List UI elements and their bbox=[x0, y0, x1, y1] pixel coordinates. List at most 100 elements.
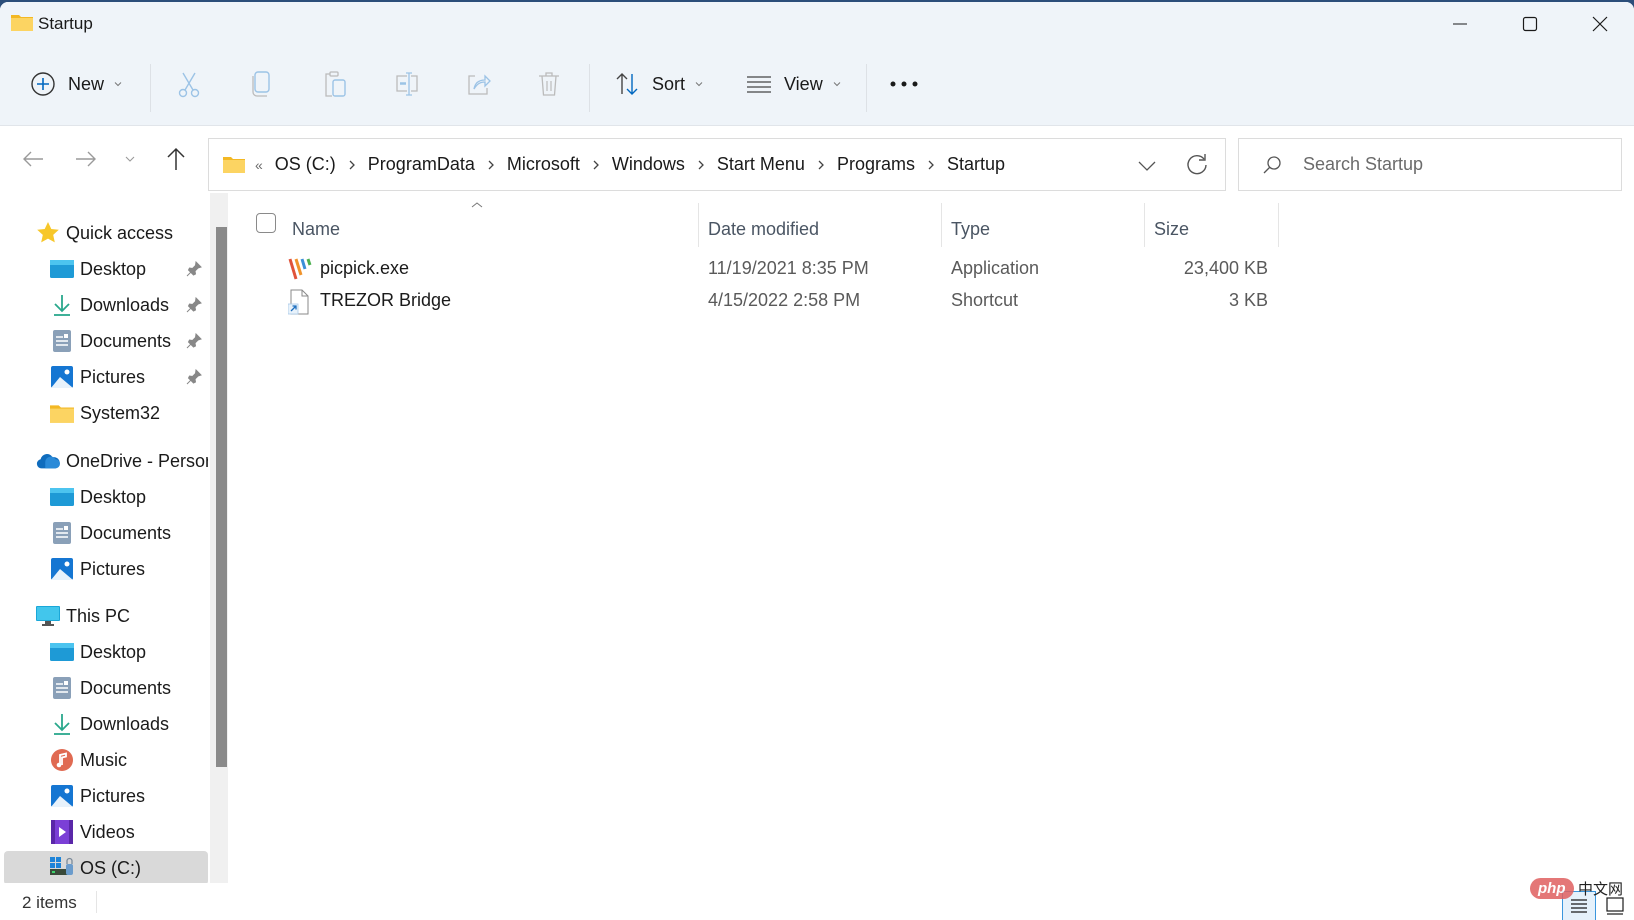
breadcrumb-programdata[interactable]: ProgramData bbox=[368, 154, 475, 175]
breadcrumb-os-c[interactable]: OS (C:) bbox=[275, 154, 336, 175]
column-divider[interactable] bbox=[941, 203, 942, 247]
sidebar-item-pc-pictures[interactable]: Pictures bbox=[50, 779, 208, 813]
sidebar-item-od-documents[interactable]: Documents bbox=[50, 516, 208, 550]
new-button[interactable]: New bbox=[30, 64, 123, 104]
view-list-icon bbox=[747, 76, 771, 93]
breadcrumb-programs[interactable]: Programs bbox=[837, 154, 915, 175]
chevron-right-icon[interactable] bbox=[927, 160, 935, 170]
pin-icon[interactable] bbox=[186, 261, 202, 277]
details-view-icon bbox=[1571, 899, 1587, 913]
maximize-button[interactable] bbox=[1495, 2, 1565, 46]
breadcrumb-overflow[interactable]: « bbox=[255, 157, 263, 173]
file-explorer-window: Startup New Sort View « OS (C:) ProgramD… bbox=[0, 2, 1634, 920]
sidebar-item-qa-documents[interactable]: Documents bbox=[50, 324, 208, 358]
delete-button[interactable] bbox=[537, 64, 561, 104]
sidebar-item-pc-videos[interactable]: Videos bbox=[50, 815, 208, 849]
back-button[interactable] bbox=[15, 141, 51, 177]
address-history-dropdown-icon[interactable] bbox=[1135, 154, 1159, 178]
minimize-button[interactable] bbox=[1425, 2, 1495, 46]
more-icon bbox=[890, 81, 918, 87]
sidebar-item-this-pc[interactable]: This PC bbox=[36, 599, 208, 633]
documents-icon bbox=[50, 676, 74, 700]
breadcrumb-start-menu[interactable]: Start Menu bbox=[717, 154, 805, 175]
column-header-date-modified[interactable]: Date modified bbox=[708, 207, 938, 251]
copy-icon bbox=[252, 71, 270, 97]
address-bar[interactable]: « OS (C:) ProgramData Microsoft Windows … bbox=[208, 138, 1226, 191]
sidebar-item-onedrive[interactable]: OneDrive - Personal bbox=[36, 444, 208, 478]
sidebar-item-qa-pictures[interactable]: Pictures bbox=[50, 360, 208, 394]
arrow-left-icon bbox=[23, 151, 43, 167]
rename-button[interactable] bbox=[393, 64, 421, 104]
chevron-down-icon bbox=[695, 82, 703, 87]
watermark-text: 中文网 bbox=[1578, 881, 1624, 898]
column-divider[interactable] bbox=[1278, 203, 1279, 247]
refresh-icon[interactable] bbox=[1183, 151, 1211, 179]
select-all-checkbox[interactable] bbox=[256, 213, 276, 233]
forward-button[interactable] bbox=[68, 141, 104, 177]
cut-button[interactable] bbox=[176, 64, 202, 104]
paste-button[interactable] bbox=[322, 64, 348, 104]
desktop-icon bbox=[50, 257, 74, 281]
file-type: Shortcut bbox=[951, 290, 1019, 310]
file-date-modified: 11/19/2021 8:35 PM bbox=[708, 258, 869, 278]
chevron-right-icon[interactable] bbox=[487, 160, 495, 170]
sidebar-item-qa-system32[interactable]: System32 bbox=[50, 396, 208, 430]
sidebar-item-quick-access[interactable]: Quick access bbox=[36, 216, 208, 250]
sidebar-item-pc-downloads[interactable]: Downloads bbox=[50, 707, 208, 741]
recent-locations-button[interactable] bbox=[112, 141, 148, 177]
sort-button[interactable]: Sort bbox=[614, 64, 704, 104]
sort-label: Sort bbox=[652, 73, 686, 94]
sidebar-item-od-desktop[interactable]: Desktop bbox=[50, 480, 208, 514]
search-box[interactable] bbox=[1238, 138, 1622, 191]
file-row[interactable]: picpick.exe 11/19/2021 8:35 PM Applicati… bbox=[238, 253, 1278, 285]
videos-icon bbox=[50, 820, 74, 844]
pictures-icon bbox=[50, 365, 74, 389]
watermark-brand: php bbox=[1530, 878, 1574, 899]
share-icon bbox=[468, 74, 491, 95]
sidebar-item-label: This PC bbox=[66, 605, 131, 626]
chevron-right-icon[interactable] bbox=[348, 160, 356, 170]
sidebar-item-label: Pictures bbox=[80, 558, 146, 579]
star-icon bbox=[36, 221, 60, 245]
column-divider[interactable] bbox=[698, 203, 699, 247]
column-header-size[interactable]: Size bbox=[1154, 207, 1274, 251]
breadcrumb-windows[interactable]: Windows bbox=[612, 154, 685, 175]
pin-icon[interactable] bbox=[186, 369, 202, 385]
file-row[interactable]: TREZOR Bridge 4/15/2022 2:58 PM Shortcut… bbox=[238, 285, 1278, 317]
sidebar-item-od-pictures[interactable]: Pictures bbox=[50, 552, 208, 586]
chevron-down-icon bbox=[114, 82, 122, 87]
share-button[interactable] bbox=[465, 64, 491, 104]
download-icon bbox=[50, 712, 74, 736]
sidebar-item-qa-downloads[interactable]: Downloads bbox=[50, 288, 208, 322]
copy-button[interactable] bbox=[250, 64, 274, 104]
column-header-type[interactable]: Type bbox=[951, 207, 1141, 251]
sidebar-item-pc-os-c[interactable]: OS (C:) bbox=[4, 851, 208, 885]
search-input[interactable] bbox=[1303, 154, 1603, 175]
sidebar-scrollbar-thumb[interactable] bbox=[216, 227, 227, 767]
view-button[interactable]: View bbox=[746, 64, 842, 104]
pin-icon[interactable] bbox=[186, 297, 202, 313]
column-divider[interactable] bbox=[1144, 203, 1145, 247]
sidebar-item-qa-desktop[interactable]: Desktop bbox=[50, 252, 208, 286]
sidebar-item-label: Music bbox=[80, 749, 128, 770]
close-button[interactable] bbox=[1565, 2, 1634, 46]
pictures-icon bbox=[50, 557, 74, 581]
chevron-right-icon[interactable] bbox=[817, 160, 825, 170]
sidebar-item-pc-documents[interactable]: Documents bbox=[50, 671, 208, 705]
chevron-right-icon[interactable] bbox=[697, 160, 705, 170]
pin-icon[interactable] bbox=[186, 333, 202, 349]
breadcrumb-microsoft[interactable]: Microsoft bbox=[507, 154, 580, 175]
column-header-name[interactable]: Name bbox=[292, 207, 692, 251]
up-button[interactable] bbox=[158, 141, 194, 177]
folder-icon bbox=[223, 157, 245, 173]
more-options-button[interactable] bbox=[890, 64, 918, 104]
download-icon bbox=[50, 293, 74, 317]
sidebar-item-label: System32 bbox=[80, 402, 161, 423]
breadcrumb-startup[interactable]: Startup bbox=[947, 154, 1005, 175]
toolbar-divider bbox=[150, 64, 151, 112]
sidebar-item-pc-music[interactable]: Music bbox=[50, 743, 208, 777]
sidebar-item-pc-desktop[interactable]: Desktop bbox=[50, 635, 208, 669]
minimize-icon bbox=[1453, 23, 1467, 25]
chevron-right-icon[interactable] bbox=[592, 160, 600, 170]
sidebar-item-label: Documents bbox=[80, 330, 172, 351]
